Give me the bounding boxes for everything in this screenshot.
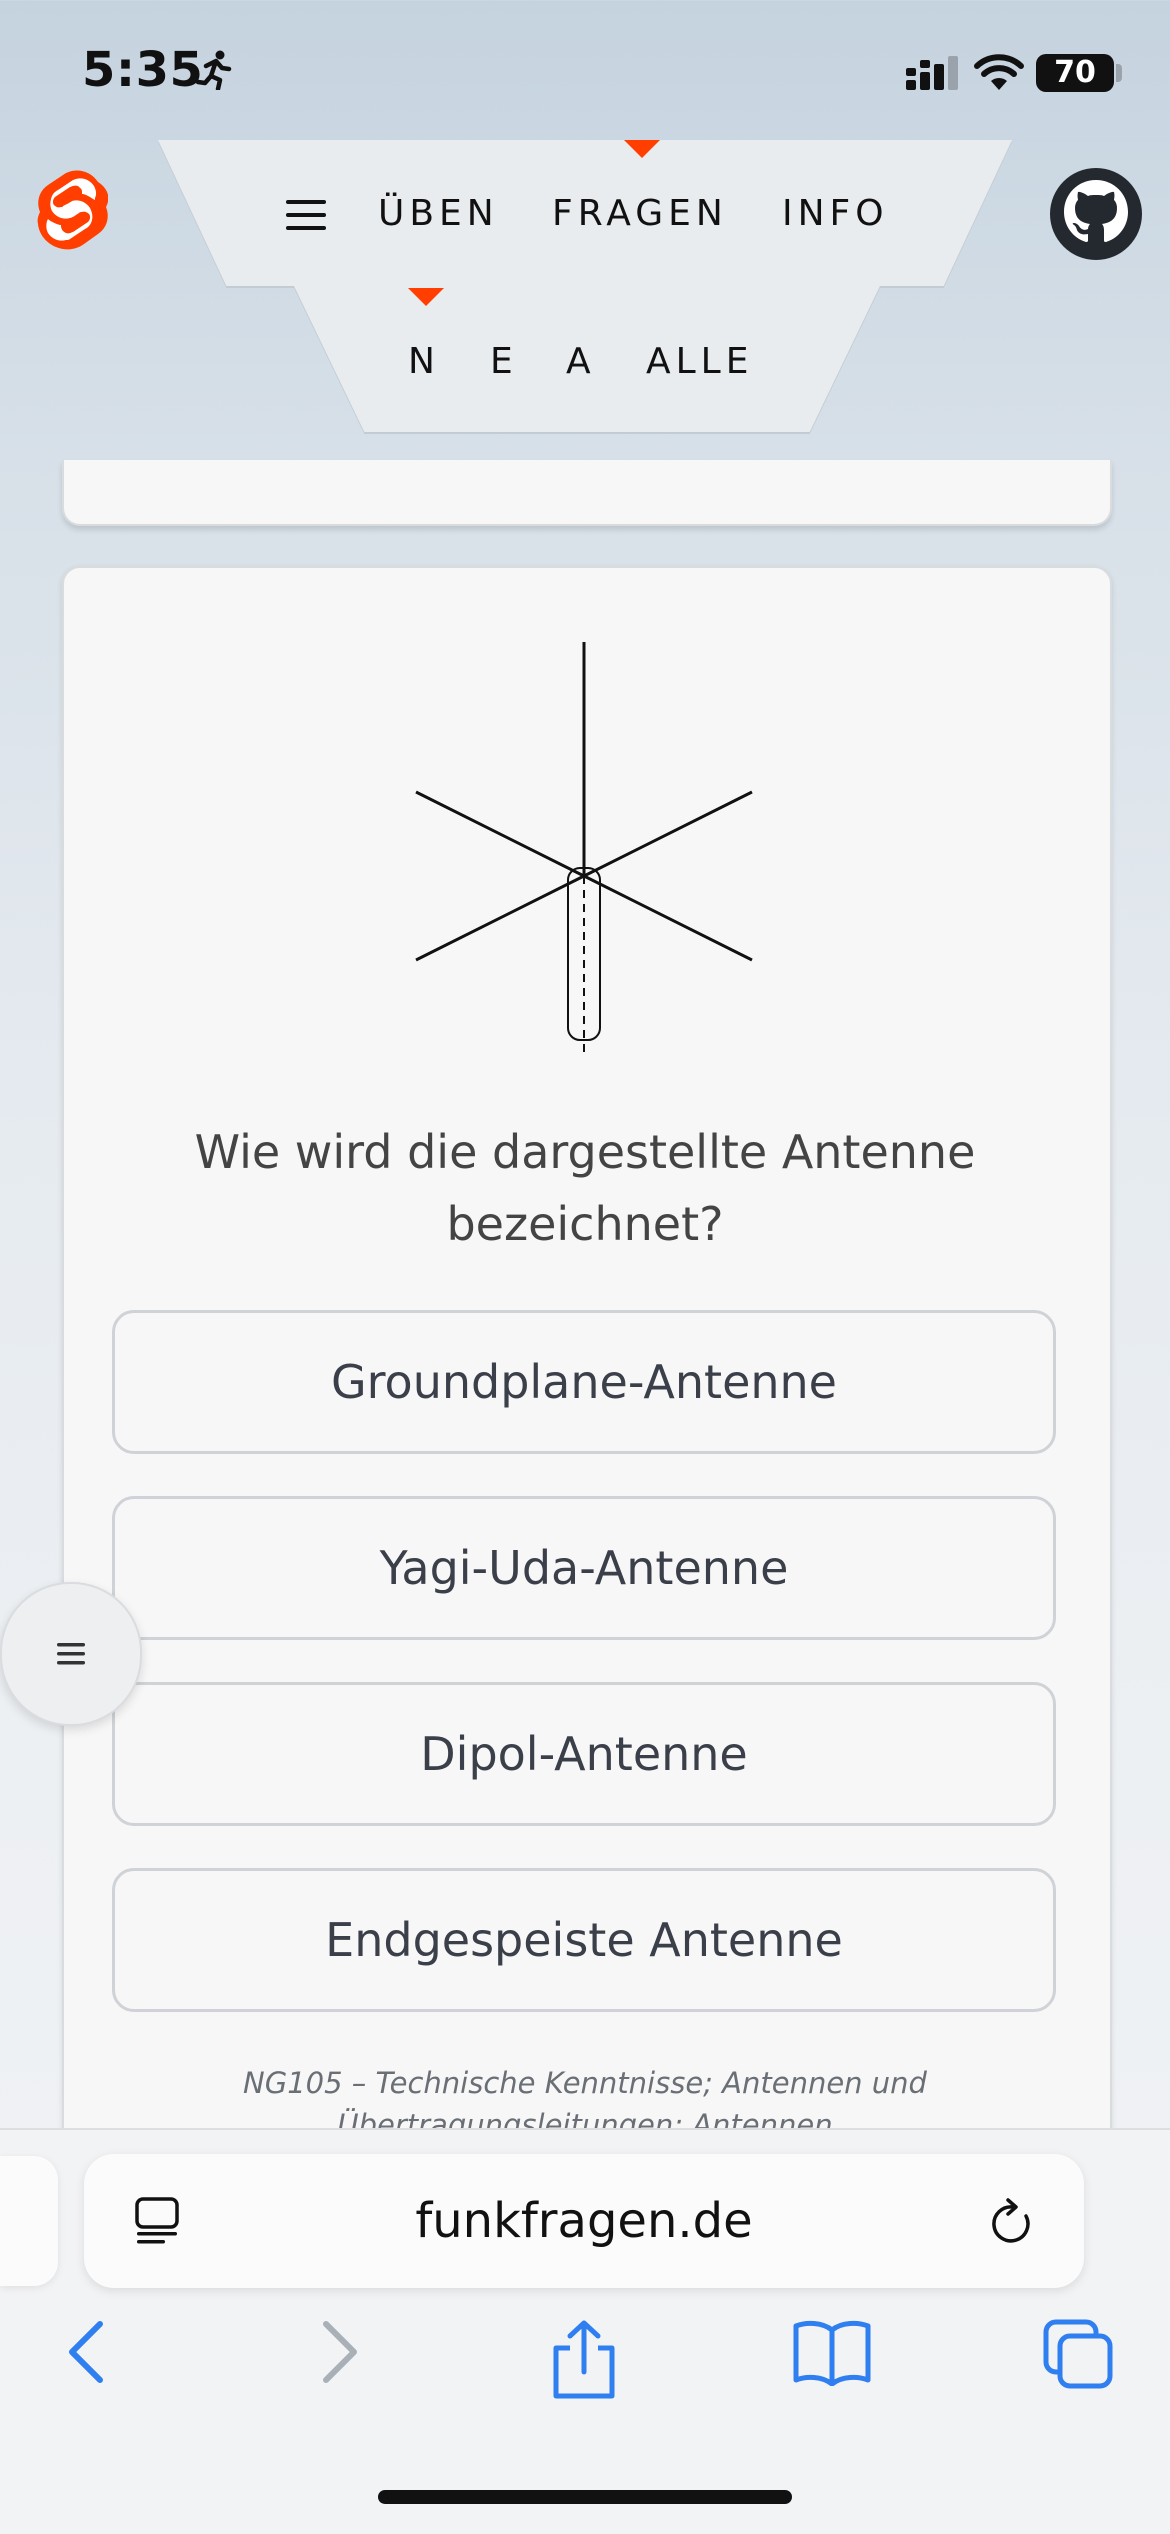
svelte-logo-icon[interactable] [36,170,108,256]
nav-item-ueben[interactable]: ÜBEN [378,188,499,238]
previous-tab-peek[interactable] [0,2156,58,2286]
previous-card [62,460,1112,526]
nav-item-fragen[interactable]: FRAGEN [552,188,728,238]
running-figure-icon [196,50,232,90]
battery-nub [1116,64,1122,82]
answer-option[interactable]: Groundplane-Antenne [112,1310,1056,1454]
answer-option[interactable]: Dipol-Antenne [112,1682,1056,1826]
list-icon [57,1643,85,1665]
forward-icon[interactable] [308,2318,368,2386]
address-bar[interactable]: funkfragen.de [84,2154,1084,2288]
active-nav-indicator [624,140,660,158]
answer-option[interactable]: Endgespeiste Antenne [112,1868,1056,2012]
share-icon[interactable] [544,2320,624,2400]
question-text: Wie wird die dargestellte Antenne bezeic… [194,1125,976,1251]
hamburger-icon[interactable] [284,198,328,232]
active-subnav-indicator [408,288,444,306]
github-icon[interactable] [1048,166,1144,262]
cellular-signal-icon [906,56,958,90]
nav-item-info[interactable]: INFO [782,188,889,238]
home-indicator [378,2490,792,2504]
status-bar: 5:35 70 [0,0,1170,140]
wifi-icon [974,54,1024,90]
back-icon[interactable] [58,2318,118,2386]
subnav-item-alle[interactable]: ALLE [646,336,754,386]
subnav-item-n[interactable]: N [408,336,440,386]
subnav-item-e[interactable]: E [490,336,518,386]
groundplane-antenna-diagram [415,642,753,1056]
answer-option[interactable]: Yagi-Uda-Antenne [112,1496,1056,1640]
tabs-icon[interactable] [1042,2318,1114,2390]
status-time: 5:35 [82,42,204,98]
reload-icon[interactable] [988,2194,1038,2250]
subnav-item-a[interactable]: A [566,336,596,386]
battery-level: 70 [1054,55,1096,90]
bookmarks-icon[interactable] [792,2318,872,2386]
url-text: funkfragen.de [415,2193,753,2249]
floating-menu-button[interactable] [0,1582,142,1726]
battery-icon: 70 [1036,54,1114,92]
